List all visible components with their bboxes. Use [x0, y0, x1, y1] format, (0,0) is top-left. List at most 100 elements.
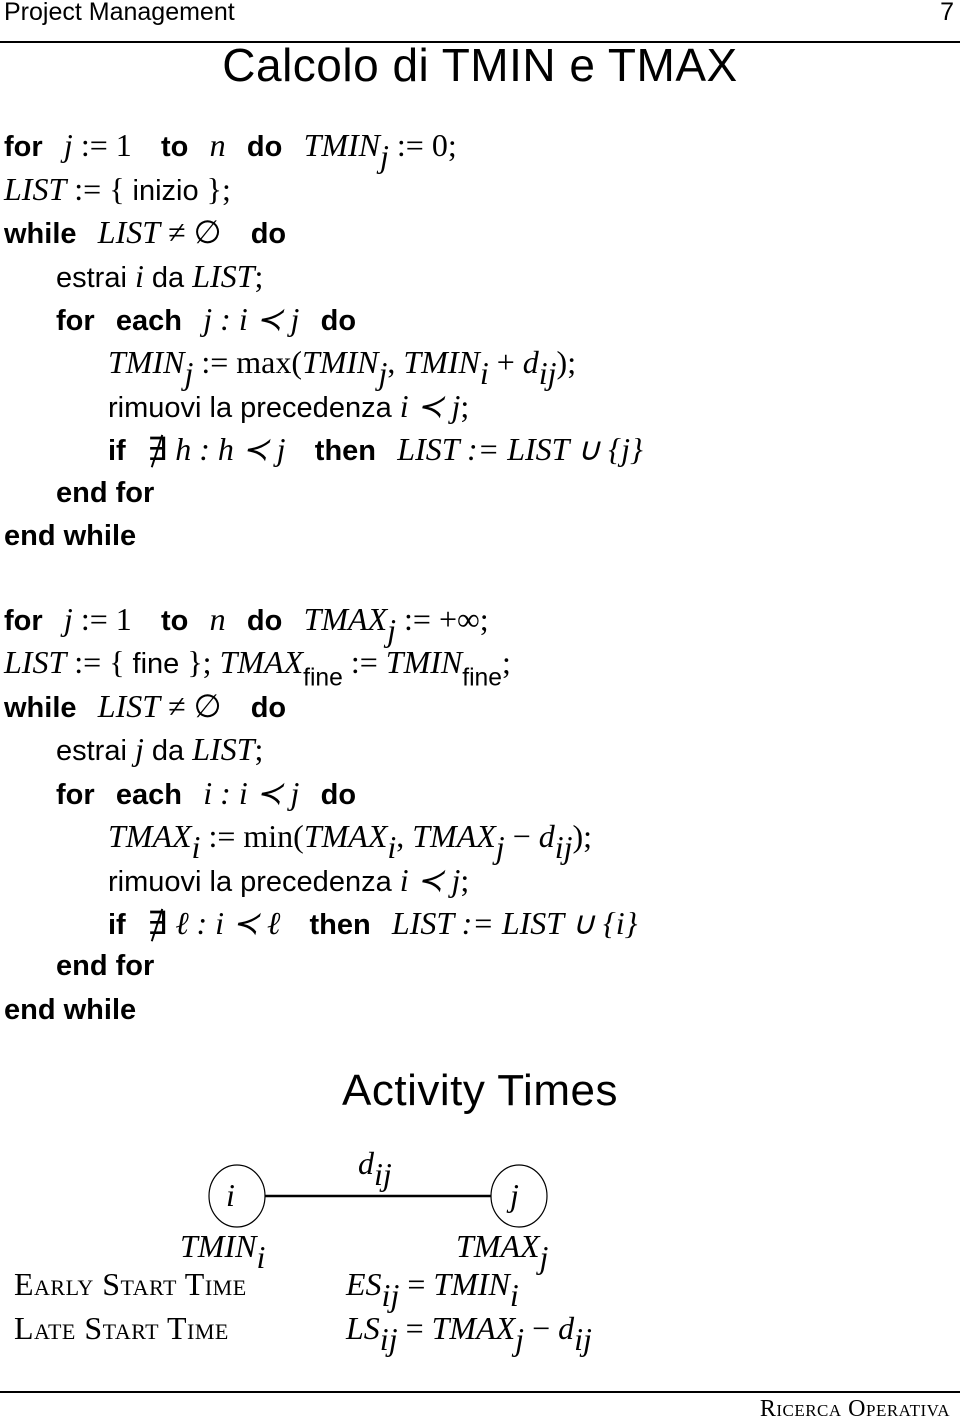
keyword: while [4, 692, 77, 724]
subscript: ij [379, 1321, 398, 1358]
math-op: ( [291, 344, 303, 380]
early-start-formula: ESij = TMINi [346, 1266, 519, 1314]
early-start-label: Early Start Time [14, 1266, 247, 1302]
math-op: , [396, 818, 413, 854]
keyword: do [246, 605, 283, 637]
math-var: j [63, 127, 73, 163]
subscript: j [387, 612, 396, 649]
text: rimuovi la precedenza [108, 866, 400, 898]
math-var: TMAX [108, 818, 192, 854]
keyword: end while [4, 520, 137, 552]
math-func: max [236, 344, 292, 380]
code-line: estrai i da LIST; [56, 258, 263, 296]
keyword: end for [56, 477, 155, 509]
subscript: ij [574, 1321, 592, 1358]
math-op: := [193, 344, 237, 380]
math-var: n [209, 601, 226, 637]
keyword: then [314, 435, 377, 467]
math-op: := [200, 818, 244, 854]
keyword: for [56, 305, 95, 337]
keyword: to [161, 131, 189, 163]
keyword: do [320, 305, 357, 337]
math-var: TMAX [431, 1310, 516, 1346]
math-var: TMAX [219, 644, 304, 680]
late-start-row: Late Start Time [14, 1310, 229, 1347]
keyword: for [4, 131, 43, 163]
subscript: ij [538, 355, 557, 392]
math-op: ; [501, 644, 511, 680]
code-line: end for [56, 948, 154, 984]
keyword: do [246, 131, 283, 163]
code-line: end while [4, 518, 136, 554]
subscript: fine [462, 664, 502, 692]
math-op: ; [460, 862, 470, 898]
math-var: d [538, 818, 555, 854]
math-op: − [504, 818, 539, 854]
code-line: TMINj := max(TMINj, TMINi + dij); [108, 344, 576, 391]
subscript: j [495, 829, 505, 866]
node-i-circle [208, 1164, 266, 1228]
page-number: 7 [940, 0, 954, 26]
code-line: if ∃ h : h ≺ j then LIST := LIST ∪ {j} [108, 431, 643, 469]
not-exists-symbol: ∃ [146, 431, 168, 467]
math-var: j [63, 601, 73, 637]
keyword: if [108, 435, 126, 467]
code-line: rimuovi la precedenza i ≺ j; [108, 862, 469, 900]
subscript: i [387, 829, 397, 866]
subscript: i [479, 355, 489, 392]
math-op: := { [66, 171, 133, 207]
math-var: LS [346, 1310, 380, 1346]
math-expr: j : i ≺ j [203, 301, 300, 337]
subscript: ij [374, 1156, 392, 1193]
math-expr: LIST := LIST ∪ {j} [397, 431, 643, 467]
keyword: do [250, 692, 287, 724]
code-line: for j := 1 to n do TMINj := 0; [4, 127, 457, 174]
math-var: d [558, 1310, 575, 1346]
math-var: TMIN [108, 344, 185, 380]
text: inizio [132, 175, 199, 207]
math-var: TMIN [433, 1266, 510, 1302]
code-line: estrai j da LIST; [56, 731, 263, 769]
text: da [143, 262, 193, 294]
math-op: = [399, 1266, 434, 1302]
math-var: LIST [4, 171, 67, 207]
math-op: = [397, 1310, 432, 1346]
footer-course: Ricerca Operativa [759, 1396, 950, 1422]
math-op: ≠ ∅ [160, 688, 230, 724]
subscript: j [184, 355, 194, 392]
subscript: fine [303, 664, 343, 692]
math-var: LIST [97, 214, 161, 250]
subscript: j [380, 138, 389, 175]
edge-duration-label: dij [358, 1145, 392, 1193]
early-start-row: Early Start Time [14, 1266, 247, 1303]
math-op: := +∞; [396, 601, 489, 637]
code-line: end for [56, 475, 154, 511]
math-op: , [387, 344, 404, 380]
subscript: ij [554, 829, 573, 866]
keyword: while [4, 218, 77, 250]
math-op: ; [254, 731, 264, 767]
code-line: for each j : i ≺ j do [56, 301, 356, 339]
math-var: TMAX [303, 818, 388, 854]
math-op: := { [66, 644, 133, 680]
late-start-formula: LSij = TMAXj − dij [346, 1310, 592, 1358]
math-var: TMAX [303, 601, 388, 637]
math-op: ≠ ∅ [160, 214, 230, 250]
math-var: LIST [4, 644, 67, 680]
code-line: TMAXi := min(TMAXi, TMAXj − dij); [108, 818, 592, 865]
math-var: LIST [192, 258, 255, 294]
math-op: := 1 [72, 127, 140, 163]
math-op: ; [460, 388, 470, 424]
subscript: j [515, 1321, 525, 1358]
code-line: rimuovi la precedenza i ≺ j; [108, 388, 469, 426]
math-func: min [243, 818, 294, 854]
activity-times-title: Activity Times [342, 1066, 618, 1115]
math-var: LIST [97, 688, 161, 724]
keyword: for [4, 605, 43, 637]
late-start-label: Late Start Time [14, 1310, 229, 1346]
math-var: d [522, 344, 539, 380]
math-op: := [342, 644, 386, 680]
keyword: end while [4, 994, 137, 1026]
math-expr: ℓ : i ≺ ℓ [167, 905, 289, 941]
text: fine [132, 648, 180, 680]
